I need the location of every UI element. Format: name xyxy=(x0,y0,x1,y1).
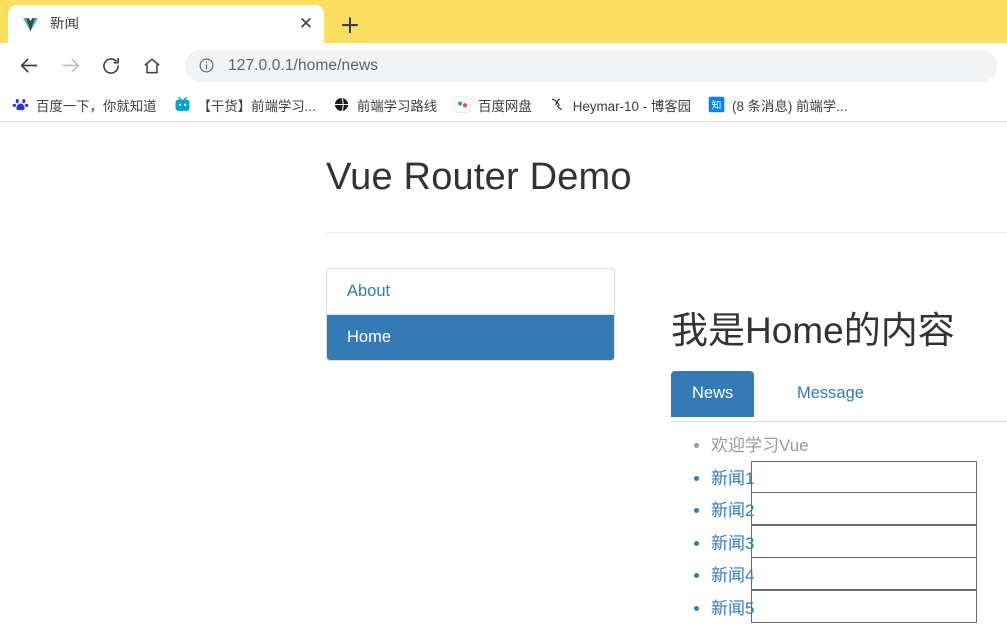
reload-icon[interactable] xyxy=(94,49,128,83)
title-divider xyxy=(326,231,1007,233)
baidu-icon xyxy=(12,96,29,113)
bookmark-cnblogs[interactable]: Heymar-10 - 博客园 xyxy=(549,95,691,115)
news-input-box[interactable] xyxy=(751,492,977,526)
zhihu-icon: 知 xyxy=(708,96,725,113)
page-container: Vue Router Demo About Home 我是Home的内容 New… xyxy=(326,122,1007,623)
bookmark-label: 【干货】前端学习... xyxy=(197,98,316,114)
list-item[interactable]: 新闻2 xyxy=(711,492,1007,528)
sidebar-item-home[interactable]: Home xyxy=(327,314,614,360)
tab-message[interactable]: Message xyxy=(776,371,885,417)
list-item[interactable]: 新闻1 xyxy=(711,460,1007,496)
baidu-pan-icon xyxy=(454,96,472,113)
news-label: 欢迎学习Vue xyxy=(711,436,809,456)
news-input-box[interactable] xyxy=(751,460,977,494)
vue-logo-icon xyxy=(22,16,39,33)
page-info-icon[interactable] xyxy=(198,57,215,74)
news-input-box[interactable] xyxy=(751,524,977,558)
tab-title: 新闻 xyxy=(50,16,79,32)
tab-strip: 新闻 ✕ + xyxy=(0,0,1007,43)
news-link[interactable]: 新闻1 xyxy=(711,469,754,488)
browser-window: 新闻 ✕ + 127.0.0.1/home/news 百度一下，你就知道 【干货… xyxy=(0,0,1007,641)
svg-text:知: 知 xyxy=(712,98,722,111)
cnblogs-icon xyxy=(549,96,566,113)
back-arrow-icon[interactable] xyxy=(12,49,46,83)
bookmarks-bar: 百度一下，你就知道 【干货】前端学习... 前端学习路线 百度网盘 Heymar… xyxy=(0,88,1007,121)
home-icon[interactable] xyxy=(135,49,169,83)
sidebar-item-about[interactable]: About xyxy=(327,268,614,315)
bookmark-label: 前端学习路线 xyxy=(356,98,438,114)
bilibili-icon xyxy=(174,96,191,113)
browser-toolbar: 127.0.0.1/home/news xyxy=(0,43,1007,88)
bookmark-label: 百度网盘 xyxy=(478,98,532,114)
home-content: 我是Home的内容 News Message 欢迎学习Vue 新闻1 xyxy=(671,310,1007,626)
address-bar[interactable]: 127.0.0.1/home/news xyxy=(185,49,997,82)
globe-icon xyxy=(333,96,350,113)
list-item: 欢迎学习Vue xyxy=(711,430,1007,463)
news-input-box[interactable] xyxy=(751,557,977,591)
page-viewport: Vue Router Demo About Home 我是Home的内容 New… xyxy=(0,122,1007,630)
content-heading: 我是Home的内容 xyxy=(671,309,955,351)
forward-arrow-icon xyxy=(53,49,87,83)
news-list: 欢迎学习Vue 新闻1 新闻2 新闻3 xyxy=(671,430,1007,625)
bookmark-label: 百度一下，你就知道 xyxy=(36,98,157,114)
tab-news[interactable]: News xyxy=(671,371,755,417)
page-title: Vue Router Demo xyxy=(326,156,632,198)
list-item[interactable]: 新闻5 xyxy=(711,589,1007,626)
news-link[interactable]: 新闻3 xyxy=(711,534,754,553)
bookmark-frontend-route[interactable]: 前端学习路线 xyxy=(333,95,437,115)
router-nav-list: About Home xyxy=(326,267,615,361)
address-bar-url: 127.0.0.1/home/news xyxy=(228,56,379,74)
bookmark-label: Heymar-10 - 博客园 xyxy=(572,98,692,114)
news-link[interactable]: 新闻4 xyxy=(711,566,754,585)
news-link[interactable]: 新闻2 xyxy=(711,501,754,520)
bookmark-label: (8 条消息) 前端学... xyxy=(732,98,848,114)
new-tab-button[interactable]: + xyxy=(330,5,370,43)
bookmark-zhihu[interactable]: 知 (8 条消息) 前端学... xyxy=(708,95,847,115)
close-icon[interactable]: ✕ xyxy=(294,12,318,36)
list-item[interactable]: 新闻3 xyxy=(711,524,1007,561)
content-tabs: News Message xyxy=(671,371,1007,423)
browser-tab[interactable]: 新闻 ✕ xyxy=(8,5,324,43)
news-input-box[interactable] xyxy=(751,589,977,623)
bookmark-baidu[interactable]: 百度一下，你就知道 xyxy=(12,95,157,115)
bookmark-baidu-pan[interactable]: 百度网盘 xyxy=(454,95,532,115)
news-link[interactable]: 新闻5 xyxy=(711,599,754,618)
bookmark-bilibili[interactable]: 【干货】前端学习... xyxy=(174,95,316,115)
list-item[interactable]: 新闻4 xyxy=(711,557,1007,593)
